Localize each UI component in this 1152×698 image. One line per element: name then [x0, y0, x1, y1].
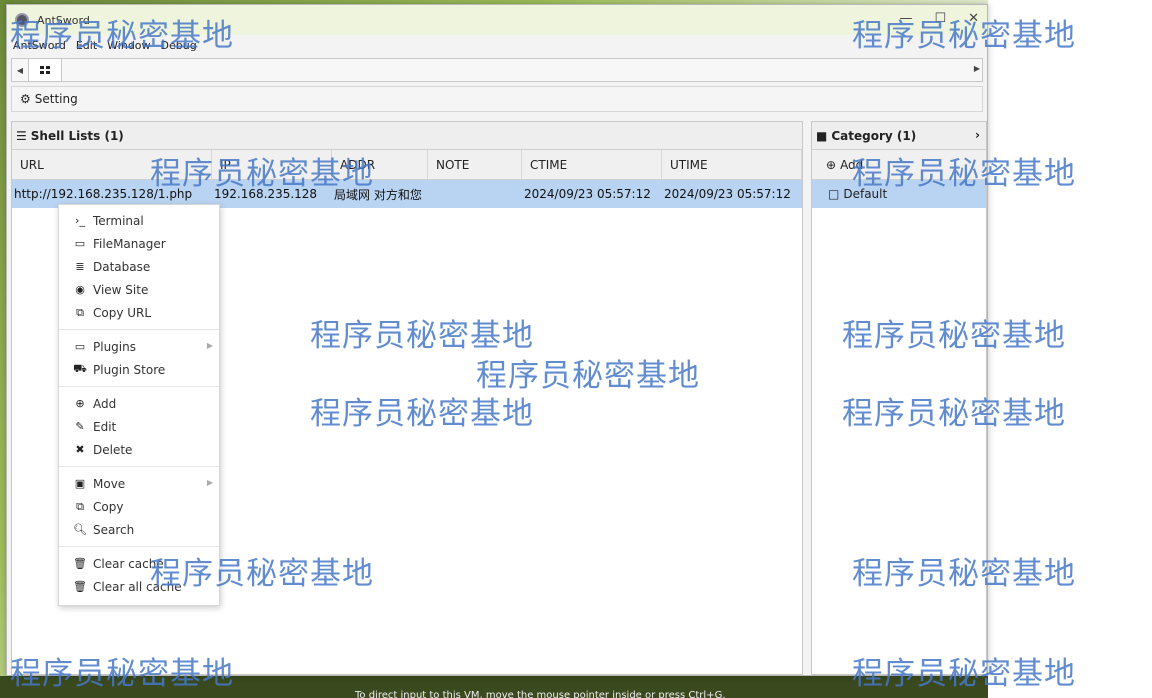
- column-url[interactable]: URL: [12, 150, 212, 179]
- close-button[interactable]: ✕: [968, 11, 979, 26]
- column-ip[interactable]: IP: [212, 150, 332, 179]
- menu-item-edit[interactable]: ✎ Edit: [59, 415, 219, 438]
- edit-icon: ✎: [75, 420, 85, 433]
- category-header: ■ Category (1) ›: [812, 122, 986, 150]
- menu-separator: [59, 329, 219, 330]
- menu-edit[interactable]: Edit: [76, 39, 97, 52]
- search-icon: 🔍︎: [73, 523, 87, 536]
- terminal-icon: ›_: [75, 214, 85, 227]
- antsword-logo-icon: [15, 13, 29, 27]
- context-menu: ›_ Terminal ▭ FileManager ≣ Database ◉ View …: [58, 204, 220, 606]
- trash-icon: 🗑︎: [73, 580, 87, 593]
- menu-window[interactable]: Window: [107, 39, 150, 52]
- title-bar[interactable]: AntSword — ☐ ✕: [7, 5, 987, 35]
- menu-item-view-site[interactable]: ◉ View Site: [59, 278, 219, 301]
- menu-item-delete[interactable]: ✖ Delete: [59, 438, 219, 461]
- submenu-arrow-icon: ▶: [206, 341, 213, 350]
- copy-icon: ⧉: [76, 305, 84, 319]
- tab-scroll-left-icon[interactable]: ◀: [12, 66, 28, 75]
- category-item-default[interactable]: □ Default: [812, 180, 986, 208]
- menu-item-clear-cache[interactable]: 🗑︎ Clear cache: [59, 552, 219, 575]
- menu-item-copy[interactable]: ⧉ Copy: [59, 495, 219, 518]
- menu-separator: [59, 466, 219, 467]
- column-ctime[interactable]: CTIME: [522, 150, 662, 179]
- menu-item-plugin-store[interactable]: ⛟ Plugin Store: [59, 358, 219, 381]
- cell-ip: 192.168.235.128: [214, 187, 318, 201]
- add-category-button[interactable]: Add: [840, 158, 863, 172]
- menu-item-add[interactable]: ⊕ Add: [59, 392, 219, 415]
- table-header: URL IP ADDR NOTE CTIME UTIME: [12, 150, 802, 180]
- cell-url: http://192.168.235.128/1.php: [14, 187, 193, 201]
- window-title: AntSword: [37, 13, 90, 27]
- menu-item-plugins[interactable]: ▭ Plugins ▶: [59, 335, 219, 358]
- list-icon: ☰: [16, 128, 27, 143]
- database-icon: ≣: [75, 260, 85, 273]
- tab-strip: ◀ ▶: [11, 58, 983, 82]
- menu-item-filemanager[interactable]: ▭ FileManager: [59, 232, 219, 255]
- column-note[interactable]: NOTE: [428, 150, 522, 179]
- category-item-label: Default: [843, 187, 888, 201]
- menu-debug[interactable]: Debug: [161, 39, 197, 52]
- shell-list-header: ☰ Shell Lists (1): [12, 122, 802, 150]
- cell-addr: 局域网 对方和您: [334, 187, 422, 202]
- desktop-background: [988, 0, 1152, 698]
- cart-icon: ⛟: [73, 362, 87, 375]
- menu-item-clear-all-cache[interactable]: 🗑︎ Clear all cache: [59, 575, 219, 598]
- folder-outline-icon: □: [828, 187, 840, 201]
- category-panel: ■ Category (1) › ⊕ Add □ Default: [811, 121, 987, 675]
- category-title: Category (1): [831, 128, 917, 143]
- column-addr[interactable]: ADDR: [332, 150, 428, 179]
- menu-bar: AntSword Edit Window Debug: [7, 35, 987, 55]
- move-icon: ▣: [74, 477, 86, 490]
- gear-icon: ⚙: [20, 92, 31, 106]
- cell-ctime: 2024/09/23 05:57:12: [524, 187, 651, 201]
- minimize-button[interactable]: —: [899, 11, 912, 26]
- folder-icon: ▭: [74, 340, 86, 353]
- plus-circle-icon: ⊕: [826, 157, 837, 172]
- tab-home[interactable]: [28, 59, 62, 81]
- toolbar: ⚙ Setting: [11, 86, 983, 112]
- folder-icon: ■: [816, 128, 828, 143]
- menu-item-copy-url[interactable]: ⧉ Copy URL: [59, 301, 219, 324]
- vm-hint-text: To direct input to this VM, move the mou…: [355, 690, 726, 698]
- menu-item-terminal[interactable]: ›_ Terminal: [59, 209, 219, 232]
- cell-utime: 2024/09/23 05:57:12: [664, 187, 791, 201]
- menu-item-search[interactable]: 🔍︎ Search: [59, 518, 219, 541]
- menu-item-database[interactable]: ≣ Database: [59, 255, 219, 278]
- column-utime[interactable]: UTIME: [662, 150, 802, 179]
- folder-icon: ▭: [74, 237, 86, 250]
- shell-list-title: Shell Lists (1): [30, 128, 124, 143]
- menu-antsword[interactable]: AntSword: [13, 39, 66, 52]
- close-icon: ✖: [75, 443, 85, 456]
- category-toolbar: ⊕ Add: [812, 150, 986, 180]
- tab-scroll-right-icon[interactable]: ▶: [974, 64, 980, 73]
- menu-item-move[interactable]: ▣ Move ▶: [59, 472, 219, 495]
- trash-icon: 🗑︎: [73, 557, 87, 570]
- menu-separator: [59, 386, 219, 387]
- chevron-right-icon[interactable]: ›: [975, 128, 980, 142]
- copy-icon: ⧉: [76, 499, 84, 513]
- submenu-arrow-icon: ▶: [206, 478, 213, 487]
- maximize-button[interactable]: ☐: [934, 11, 946, 26]
- browser-icon: ◉: [75, 283, 85, 296]
- grid-icon: [40, 66, 50, 74]
- menu-separator: [59, 546, 219, 547]
- plus-circle-icon: ⊕: [75, 397, 85, 410]
- setting-button[interactable]: Setting: [35, 92, 78, 106]
